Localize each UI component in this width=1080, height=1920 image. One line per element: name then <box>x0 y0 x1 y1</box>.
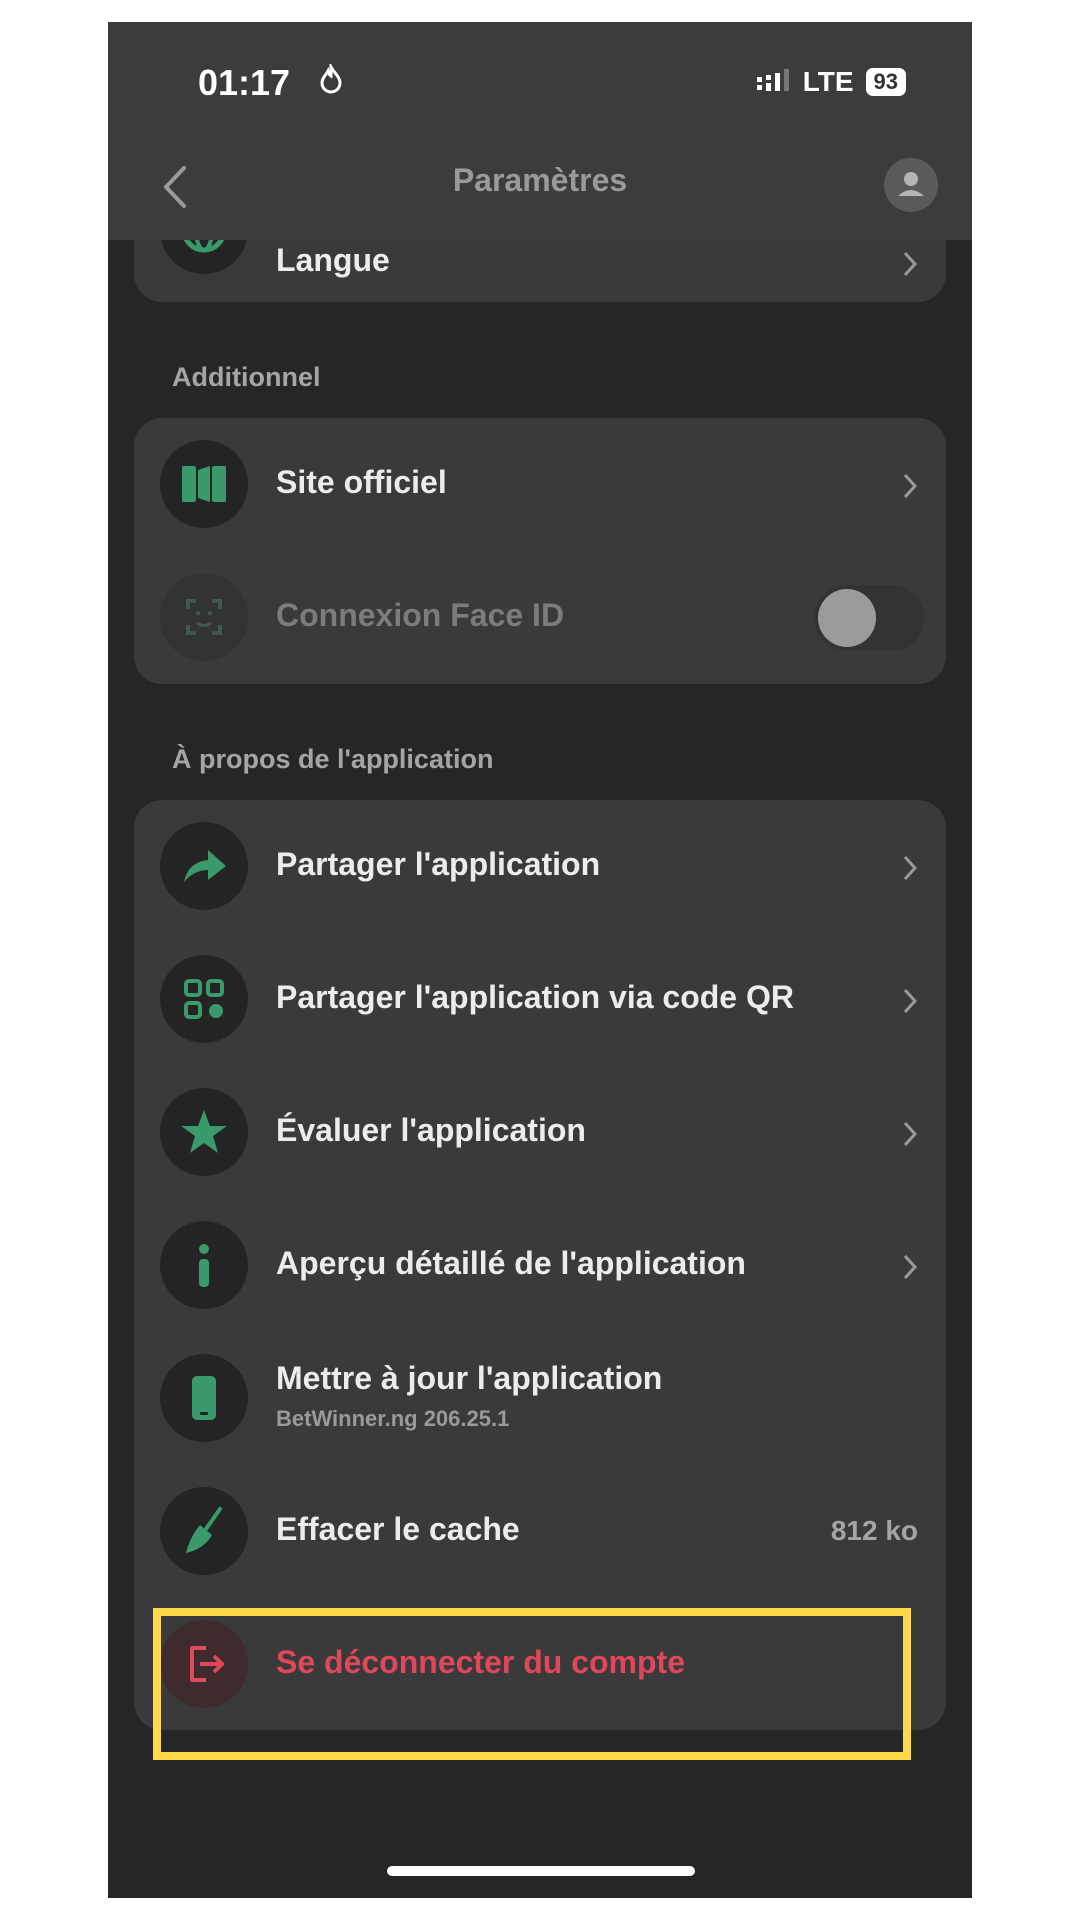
row-share-qr[interactable]: Partager l'application via code QR <box>134 933 946 1066</box>
settings-card-about: Partager l'application Partager l'applic… <box>134 800 946 1730</box>
app-details-label: Aperçu détaillé de l'application <box>276 1245 746 1281</box>
star-icon <box>181 1110 227 1153</box>
rate-app-label: Évaluer l'application <box>276 1112 586 1148</box>
face-id-toggle[interactable] <box>814 585 924 651</box>
site-icon-circle <box>160 440 248 528</box>
status-time: 01:17 <box>198 62 291 103</box>
row-app-details[interactable]: Aperçu détaillé de l'application <box>134 1199 946 1332</box>
face-id-icon-circle <box>160 573 248 661</box>
navigation-bar: Paramètres <box>108 132 972 240</box>
section-title-about: À propos de l'application <box>172 744 494 774</box>
site-icon <box>182 466 226 502</box>
phone-icon <box>192 1376 216 1420</box>
star-icon-circle <box>160 1088 248 1176</box>
row-update-app[interactable]: Mettre à jour l'application BetWinner.ng… <box>134 1332 946 1465</box>
row-face-id: Connexion Face ID <box>134 551 946 684</box>
signal-icon <box>756 69 789 91</box>
info-icon <box>199 1244 209 1287</box>
qr-icon-circle <box>160 955 248 1043</box>
language-label[interactable]: Langue <box>276 242 390 279</box>
share-icon-circle <box>160 822 248 910</box>
chevron-right-icon <box>903 1121 918 1147</box>
phone-screen: 01:17 LTE 93 Paramètres Langue Additionn… <box>108 22 972 1898</box>
face-id-icon <box>186 599 222 635</box>
chevron-right-icon <box>903 1254 918 1280</box>
chevron-right-icon <box>903 473 918 499</box>
qr-code-icon <box>184 979 224 1019</box>
highlight-box <box>153 1608 911 1760</box>
share-qr-label: Partager l'application via code QR <box>276 979 794 1015</box>
avatar[interactable] <box>884 158 938 212</box>
chevron-right-icon <box>903 855 918 881</box>
chevron-right-icon <box>903 988 918 1014</box>
clear-cache-label: Effacer le cache <box>276 1511 520 1547</box>
row-site-officiel[interactable]: Site officiel <box>134 418 946 551</box>
broom-icon <box>186 1507 222 1553</box>
row-clear-cache[interactable]: Effacer le cache 812 ko <box>134 1465 946 1598</box>
network-type: LTE <box>802 66 854 97</box>
update-app-label: Mettre à jour l'application <box>276 1360 663 1396</box>
battery-level: 93 <box>865 68 906 96</box>
page-title: Paramètres <box>452 162 628 198</box>
user-icon <box>898 172 924 196</box>
app-version: BetWinner.ng 206.25.1 <box>276 1406 510 1431</box>
row-share-app[interactable]: Partager l'application <box>134 800 946 933</box>
cache-size: 812 ko <box>830 1515 918 1546</box>
broom-icon-circle <box>160 1487 248 1575</box>
toggle-knob <box>818 589 876 647</box>
section-title-additionnel: Additionnel <box>172 362 321 392</box>
face-id-label: Connexion Face ID <box>276 597 565 633</box>
share-icon <box>184 850 226 882</box>
hotspot-icon <box>320 64 342 94</box>
info-icon-circle <box>160 1221 248 1309</box>
row-rate-app[interactable]: Évaluer l'application <box>134 1066 946 1199</box>
status-indicators: LTE 93 <box>756 66 906 98</box>
phone-icon-circle <box>160 1354 248 1442</box>
site-officiel-label: Site officiel <box>276 464 447 500</box>
status-bar: 01:17 LTE 93 <box>108 22 972 132</box>
home-indicator[interactable] <box>387 1866 695 1876</box>
share-app-label: Partager l'application <box>276 846 601 882</box>
settings-card-additionnel: Site officiel Connexion Face ID <box>134 418 946 684</box>
chevron-right-icon <box>903 251 918 277</box>
